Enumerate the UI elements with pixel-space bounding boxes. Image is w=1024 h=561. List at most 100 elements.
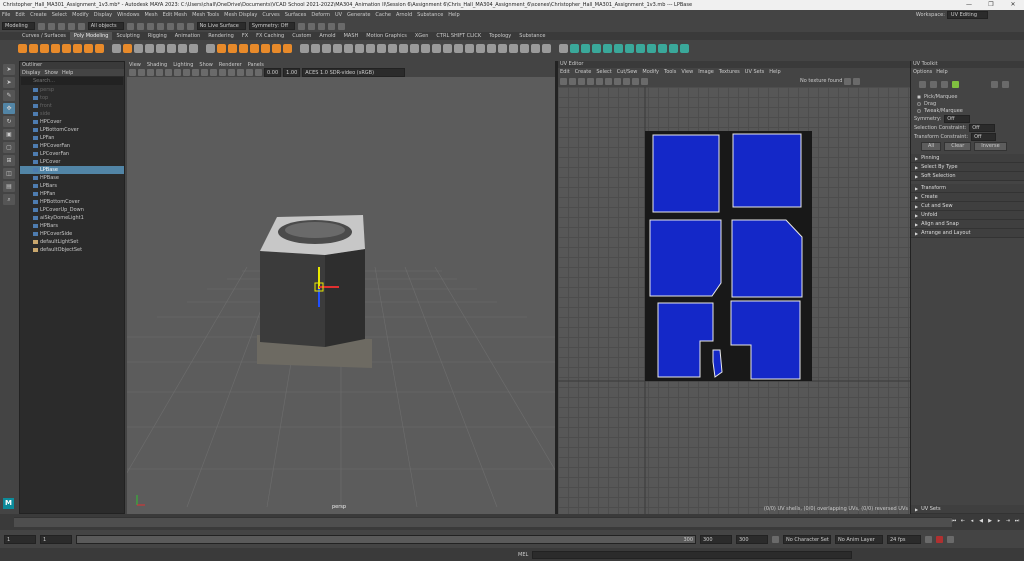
range-slider[interactable]: 300 — [76, 534, 696, 544]
uv-image-toggle-icon[interactable] — [632, 77, 639, 85]
auto-key-icon[interactable] — [936, 535, 943, 543]
shelf-tool-icon[interactable] — [476, 43, 485, 53]
uv-exposure-icon[interactable] — [844, 77, 852, 85]
step-forward-key-icon[interactable]: ⇥ — [1004, 517, 1012, 526]
outliner-item[interactable]: top — [20, 94, 124, 102]
side-by-side-layout-icon[interactable]: ◫ — [3, 168, 15, 179]
shelf-tool-icon[interactable] — [123, 43, 132, 53]
viewport-menu-view[interactable]: View — [129, 62, 141, 68]
objects-dropdown[interactable]: All objects — [87, 22, 124, 30]
shelf-tool-icon[interactable] — [399, 43, 408, 53]
shelf-tool-icon[interactable] — [603, 43, 612, 53]
shelf-tab-5[interactable]: Rendering — [204, 32, 238, 40]
uv-shell-3[interactable] — [649, 219, 722, 297]
ambient-occlusion-icon[interactable] — [237, 69, 244, 76]
toolkit-section-arrange-and-layout[interactable]: ▶ Arrange and Layout — [911, 229, 1024, 238]
shelf-tool-icon[interactable] — [377, 43, 386, 53]
menu-edit[interactable]: Edit — [15, 12, 25, 18]
resolution-gate-icon[interactable] — [183, 69, 190, 76]
select-component-icon[interactable] — [146, 22, 154, 30]
play-back-icon[interactable]: ◀ — [977, 517, 985, 526]
shelf-tool-icon[interactable] — [300, 43, 309, 53]
outliner-item[interactable]: defaultLightSet — [20, 238, 124, 246]
uv-menu-textures[interactable]: Textures — [719, 69, 740, 75]
shelf-tab-2[interactable]: Sculpting — [112, 32, 143, 40]
shelf-tool-icon[interactable] — [322, 43, 331, 53]
uv-shell-2[interactable] — [732, 133, 802, 208]
uv-menu-tools[interactable]: Tools — [664, 69, 676, 75]
outliner-item[interactable]: LPBars — [20, 182, 124, 190]
clear-selection-button[interactable]: Clear — [944, 141, 972, 151]
uv-menu-cut-sew[interactable]: Cut/Sew — [617, 69, 638, 75]
mode-drag[interactable]: Drag — [911, 100, 1024, 107]
shelf-tab-4[interactable]: Animation — [171, 32, 205, 40]
paint-select-icon[interactable]: ✎ — [3, 90, 15, 101]
uv-menu-help[interactable]: Help — [769, 69, 780, 75]
outliner-item[interactable]: LPBottomCover — [20, 126, 124, 134]
colorspace-dropdown[interactable]: ACES 1.0 SDR-video (sRGB) — [302, 68, 406, 77]
uv-toolkit-close-icon[interactable] — [991, 80, 998, 88]
outliner-item[interactable]: HPBase — [20, 174, 124, 182]
uv-toolkit-settings-icon[interactable] — [1002, 80, 1009, 88]
outliner-item[interactable]: HPBottomCover — [20, 198, 124, 206]
exposure-field[interactable]: 0.00 — [264, 68, 282, 77]
outliner-item[interactable]: HPBars — [20, 222, 124, 230]
uv-menu-select[interactable]: Select — [596, 69, 611, 75]
uv-select-icon[interactable] — [560, 77, 567, 85]
minimize-button[interactable]: — — [958, 0, 980, 10]
selection-constraint-dropdown[interactable]: Off — [969, 123, 995, 132]
wireframe-icon[interactable] — [192, 69, 199, 76]
select-hierarchy-icon[interactable] — [126, 22, 134, 30]
outliner-item[interactable]: HPCoverFan — [20, 142, 124, 150]
persp-outliner-layout-icon[interactable]: ▤ — [3, 181, 15, 192]
close-button[interactable]: ✕ — [1002, 0, 1024, 10]
save-scene-icon[interactable] — [57, 22, 65, 30]
uv-shell-mode-icon[interactable] — [952, 80, 959, 88]
render-frame-icon[interactable] — [308, 22, 316, 30]
viewport-menu-shading[interactable]: Shading — [147, 62, 167, 68]
menu-help[interactable]: Help — [448, 12, 459, 18]
shelf-tool-icon[interactable] — [145, 43, 154, 53]
uv-vertex-mode-icon[interactable] — [919, 80, 926, 88]
uv-frame-icon[interactable] — [569, 77, 576, 85]
uv-shaded-icon[interactable] — [587, 77, 594, 85]
shelf-tool-icon[interactable] — [454, 43, 463, 53]
shelf-tool-icon[interactable] — [509, 43, 518, 53]
shelf-tool-icon[interactable] — [272, 43, 281, 53]
shelf-tab-6[interactable]: FX — [238, 32, 252, 40]
shelf-tool-icon[interactable] — [669, 43, 678, 53]
uv-grid-icon[interactable] — [578, 77, 585, 85]
shelf-tool-icon[interactable] — [156, 43, 165, 53]
film-gate-icon[interactable] — [174, 69, 181, 76]
menu-edit-mesh[interactable]: Edit Mesh — [163, 12, 187, 18]
uv-shell-4[interactable] — [731, 219, 803, 298]
mode-pick-marquee[interactable]: Pick/Marquee — [911, 93, 1024, 100]
search-icon[interactable]: ⌕ — [3, 194, 15, 205]
uv-menu-uv-sets[interactable]: UV Sets — [745, 69, 765, 75]
camera-select-icon[interactable] — [129, 69, 136, 76]
viewport-menu-renderer[interactable]: Renderer — [219, 62, 242, 68]
scale-tool-icon[interactable]: ▣ — [3, 129, 15, 140]
uv-menu-view[interactable]: View — [681, 69, 693, 75]
shelf-tab-7[interactable]: FX Caching — [252, 32, 288, 40]
symmetry-dropdown[interactable]: Off — [944, 114, 970, 123]
image-plane-icon[interactable] — [156, 69, 163, 76]
end-frame-field[interactable]: 300 — [700, 534, 732, 544]
redo-icon[interactable] — [77, 22, 85, 30]
outliner-menu-help[interactable]: Help — [62, 70, 73, 76]
shelf-tool-icon[interactable] — [73, 43, 82, 53]
snap-surface-icon[interactable] — [186, 22, 194, 30]
single-layout-icon[interactable]: ▢ — [3, 142, 15, 153]
outliner-item[interactable]: LPCoverUp_Down — [20, 206, 124, 214]
bookmark-icon[interactable] — [147, 69, 154, 76]
menu-display[interactable]: Display — [94, 12, 112, 18]
render-settings-icon[interactable] — [328, 22, 336, 30]
toolkit-section-transform[interactable]: ▶ Transform — [911, 184, 1024, 193]
toolkit-section-cut-and-sew[interactable]: ▶ Cut and Sew — [911, 202, 1024, 211]
shelf-tool-icon[interactable] — [283, 43, 292, 53]
menu-generate[interactable]: Generate — [347, 12, 370, 18]
shelf-tab-11[interactable]: Motion Graphics — [362, 32, 411, 40]
go-to-end-icon[interactable]: ⏭ — [1013, 517, 1021, 526]
shelf-tool-icon[interactable] — [592, 43, 601, 53]
snap-grid-icon[interactable] — [156, 22, 164, 30]
